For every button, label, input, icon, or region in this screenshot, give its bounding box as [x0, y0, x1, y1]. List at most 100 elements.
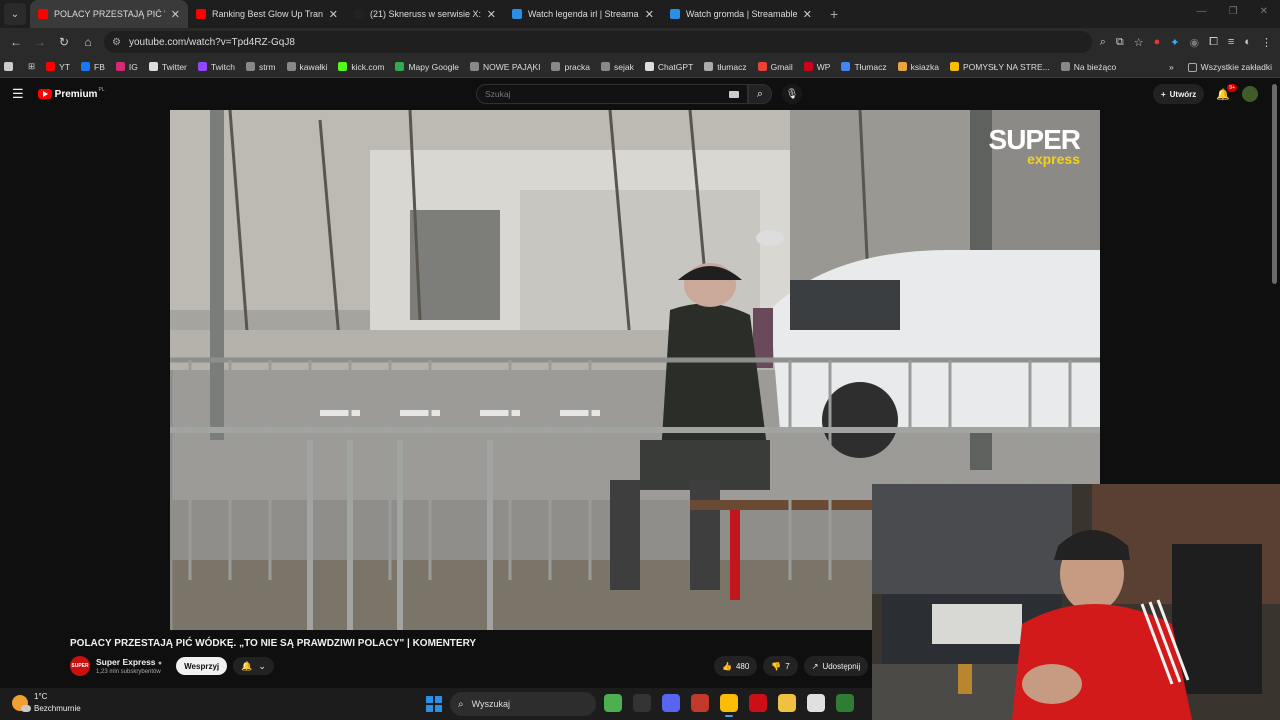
search-input[interactable] [485, 89, 725, 99]
home-icon[interactable]: ⌂ [76, 35, 100, 49]
channel-avatar[interactable]: SUPER [70, 656, 90, 676]
tab-close-icon[interactable]: ✕ [803, 8, 812, 21]
account-avatar[interactable] [1242, 86, 1258, 102]
bookmark-item[interactable]: kawałki [286, 62, 327, 72]
subscriber-count: 1,23 mln subskrybentów [96, 669, 161, 675]
bookmark-item[interactable]: Mapy Google [395, 62, 459, 72]
bookmark-item[interactable]: tłumacz [704, 62, 747, 72]
tab-favicon-icon [354, 9, 364, 19]
subscription-bell-button[interactable]: 🔔 ⌄ [233, 657, 274, 675]
support-button[interactable]: Wesprzyj [176, 657, 228, 675]
close-window-icon[interactable]: ✕ [1260, 6, 1268, 17]
browser-tab[interactable]: Watch gromda | Streamable ✕ [662, 0, 820, 28]
extension-icon[interactable]: ✦ [1170, 36, 1179, 49]
browser-tab[interactable]: POLACY PRZESTAJĄ PIĆ WÓ ✕ [30, 0, 188, 28]
like-button[interactable]: 👍 480 [714, 656, 758, 676]
bookmark-label: FB [94, 61, 105, 72]
video-title: POLACY PRZESTAJĄ PIĆ WÓDKĘ. „TO NIE SĄ P… [70, 638, 477, 649]
windows-start-icon[interactable] [426, 696, 442, 712]
more-bookmarks-icon[interactable]: » [1169, 62, 1174, 72]
star-icon[interactable]: ☆ [1134, 36, 1144, 49]
tab-search-button[interactable]: ⌄ [4, 3, 26, 25]
bookmark-item[interactable]: ksiazka [897, 62, 939, 72]
hamburger-menu-icon[interactable]: ☰ [12, 86, 24, 102]
keyboard-icon[interactable] [729, 91, 739, 98]
dislike-button[interactable]: 👎 7 [763, 656, 798, 676]
zoom-icon[interactable]: ⌕ [1100, 36, 1106, 49]
bookmark-item[interactable]: YT [46, 62, 70, 72]
bookmark-app-icon[interactable] [4, 62, 17, 71]
weather-widget[interactable]: 1°C Bezchmurnie [12, 692, 81, 713]
bookmark-item[interactable]: IG [115, 62, 138, 72]
app-icon[interactable] [836, 694, 854, 712]
photos-icon[interactable] [691, 694, 709, 712]
back-icon[interactable]: ← [4, 35, 28, 49]
opera-icon[interactable] [749, 694, 767, 712]
new-tab-button[interactable]: + [830, 6, 838, 22]
browser-tab[interactable]: Watch legenda irl | Streamable ✕ [504, 0, 662, 28]
menu-icon[interactable]: ⋮ [1261, 36, 1272, 49]
forward-icon[interactable]: → [28, 35, 52, 49]
tab-close-icon[interactable]: ✕ [645, 8, 654, 21]
url-field[interactable]: ⚙ youtube.com/watch?v=Tpd4RZ-GqJ8 [104, 31, 1092, 53]
browser-tab-bar: ⌄ POLACY PRZESTAJĄ PIĆ WÓ✕Ranking Best G… [0, 0, 1280, 28]
bookmark-item[interactable]: NOWE PAJĄKI [470, 62, 540, 72]
bookmark-item[interactable]: WP [803, 62, 830, 72]
bookmarks-bar: ⊞ YT FB IG Twitter Twitch strm kawałki kick.com… [0, 56, 1280, 78]
chrome-canary-icon[interactable] [604, 694, 622, 712]
discord-icon[interactable] [662, 694, 680, 712]
webcam-feed [872, 484, 1280, 720]
media-icon[interactable]: ≡ [1228, 36, 1234, 48]
record-extension-icon[interactable]: ● [1154, 36, 1161, 48]
reload-icon[interactable]: ↻ [52, 35, 76, 49]
bookmark-label: strm [258, 61, 276, 72]
bookmark-icon [897, 62, 907, 71]
toolbar-icons: ⌕ ⧉ ☆ ● ✦ ◉ ⧠ ≡ ◐ ⋮ [1100, 28, 1272, 56]
extension2-icon[interactable]: ◉ [1190, 36, 1200, 49]
bookmark-item[interactable]: strm [245, 61, 276, 72]
tab-close-icon[interactable]: ✕ [329, 8, 338, 21]
tab-close-icon[interactable]: ✕ [171, 8, 180, 21]
bookmark-item[interactable]: sejak [601, 62, 634, 72]
bookmark-item[interactable]: Na bieżąco [1060, 62, 1116, 72]
all-bookmarks-button[interactable]: Wszystkie zakładki [1187, 62, 1272, 72]
site-info-icon[interactable]: ⚙ [112, 37, 121, 48]
browser-tab[interactable]: Ranking Best Glow Up Transitio ✕ [188, 0, 346, 28]
create-button[interactable]: + Utwórz [1152, 84, 1205, 104]
chrome-icon[interactable] [720, 694, 738, 717]
bookmark-item[interactable]: kick.com [338, 62, 384, 72]
bookmark-label: ChatGPT [657, 61, 694, 72]
browser-tab[interactable]: (21) Skneruss w serwisie X: „-W ✕ [346, 0, 504, 28]
obs-icon[interactable] [633, 694, 651, 712]
bookmark-item[interactable]: FB [81, 62, 105, 72]
page-scrollbar[interactable] [1272, 84, 1278, 284]
tab-favicon-icon [670, 9, 680, 19]
scrollbar-thumb[interactable] [1272, 84, 1277, 284]
bookmark-item[interactable]: POMYSŁY NA STRE... [949, 62, 1050, 72]
extensions-puzzle-icon[interactable]: ⧠ [1209, 36, 1218, 49]
youtube-premium-logo[interactable]: Premium PL [37, 87, 105, 100]
explorer-icon[interactable] [778, 694, 796, 712]
bookmark-item[interactable]: Twitter [148, 62, 187, 72]
bookmark-icon [286, 62, 296, 71]
cast-icon[interactable]: ⧉ [1116, 36, 1124, 49]
profile-icon[interactable]: ◐ [1244, 36, 1251, 48]
watermark-line1: SUPER [988, 124, 1081, 155]
taskbar-search[interactable]: ⌕ Wyszukaj [450, 692, 596, 716]
search-button[interactable]: ⌕ [748, 84, 772, 104]
paint-icon[interactable] [807, 694, 825, 712]
bookmark-icon [46, 62, 56, 71]
bookmark-item[interactable]: Twitch [197, 62, 235, 72]
apps-grid-icon[interactable]: ⊞ [28, 61, 35, 72]
tab-close-icon[interactable]: ✕ [487, 8, 496, 21]
bookmark-item[interactable]: Gmail [757, 62, 793, 72]
bookmark-item[interactable]: pracka [551, 62, 590, 72]
channel-name[interactable]: Super Express ● [96, 657, 162, 667]
minimize-icon[interactable]: — [1197, 6, 1207, 17]
bookmark-item[interactable]: Tłumacz [841, 62, 887, 72]
notifications-bell-icon[interactable]: 🔔 9+ [1216, 83, 1237, 101]
maximize-icon[interactable]: ❐ [1229, 6, 1238, 17]
voice-search-icon[interactable]: 🎙 [782, 84, 802, 104]
share-button[interactable]: ↗ Udostępnij [803, 656, 869, 676]
bookmark-item[interactable]: ChatGPT [644, 61, 694, 72]
